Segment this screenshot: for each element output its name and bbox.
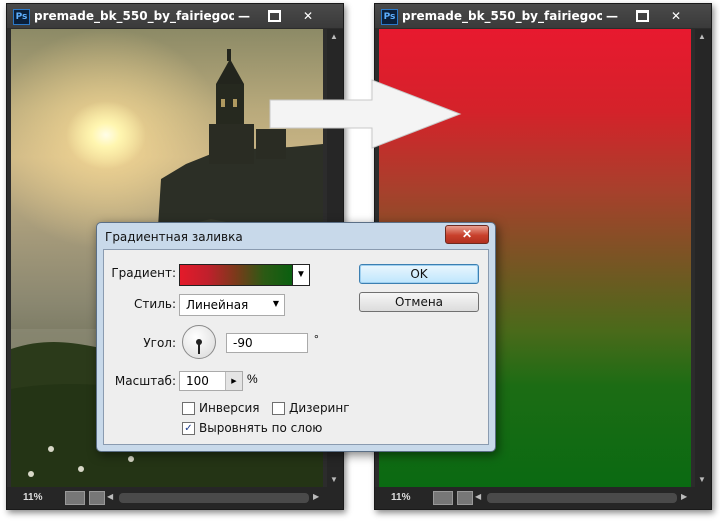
document-info-icon[interactable] (433, 491, 453, 505)
angle-input[interactable]: -90 (226, 333, 308, 353)
horizontal-scrollbar[interactable] (487, 493, 677, 503)
gradient-fill-dialog[interactable]: Градиентная заливка ✕ Градиент: ▼ Стиль:… (96, 222, 496, 452)
scroll-right-arrow-icon[interactable]: ▶ (681, 492, 687, 501)
export-icon[interactable] (89, 491, 105, 505)
close-button[interactable]: ✕ (665, 8, 687, 24)
export-icon[interactable] (457, 491, 473, 505)
cancel-button[interactable]: Отмена (359, 292, 479, 312)
status-bar: 11% ◀ ▶ (7, 487, 343, 509)
minimize-button[interactable]: — (601, 8, 623, 24)
angle-value: -90 (233, 336, 253, 350)
dialog-close-button[interactable]: ✕ (445, 225, 489, 244)
style-value: Линейная (186, 298, 249, 312)
document-info-icon[interactable] (65, 491, 85, 505)
scroll-down-arrow-icon[interactable]: ▼ (330, 475, 338, 484)
reverse-label: Инверсия (199, 401, 260, 415)
gradient-dropdown-button[interactable]: ▼ (292, 264, 310, 286)
status-bar: 11% ◀ ▶ (375, 487, 711, 509)
window-title: premade_bk_550_by_fairiegoodmot... (34, 9, 234, 23)
align-with-layer-checkbox[interactable]: ✓ (182, 422, 195, 435)
photoshop-icon: Ps (381, 9, 398, 25)
scroll-up-arrow-icon[interactable]: ▲ (330, 32, 338, 41)
close-button[interactable]: ✕ (297, 8, 319, 24)
photoshop-icon: Ps (13, 9, 30, 25)
window-title: premade_bk_550_by_fairiegoodmot... (402, 9, 602, 23)
dialog-title: Градиентная заливка (105, 230, 243, 244)
angle-dial[interactable] (182, 325, 216, 359)
checkmark-icon: ✓ (184, 423, 193, 434)
angle-center-dot (196, 339, 202, 345)
window-titlebar[interactable]: Ps premade_bk_550_by_fairiegoodmot... — … (375, 4, 711, 28)
scroll-left-arrow-icon[interactable]: ◀ (475, 492, 481, 501)
maximize-button[interactable] (631, 8, 653, 24)
reverse-checkbox[interactable] (182, 402, 195, 415)
scroll-left-arrow-icon[interactable]: ◀ (107, 492, 113, 501)
style-label: Стиль: (134, 297, 176, 311)
maximize-icon (635, 9, 649, 22)
style-select[interactable]: Линейная ▼ (179, 294, 285, 316)
dialog-body: Градиент: ▼ Стиль: Линейная ▼ Угол: -90 … (103, 249, 489, 445)
scroll-up-arrow-icon[interactable]: ▲ (698, 32, 706, 41)
zoom-level[interactable]: 11% (391, 492, 410, 503)
scale-input[interactable]: 100 ▶ (179, 371, 243, 391)
dither-checkbox[interactable] (272, 402, 285, 415)
chevron-down-icon: ▼ (296, 269, 306, 280)
zoom-level[interactable]: 11% (23, 492, 42, 503)
minimize-button[interactable]: — (233, 8, 255, 24)
chevron-down-icon: ▼ (272, 299, 279, 308)
percent-unit: % (247, 372, 258, 386)
ok-button[interactable]: OK (359, 264, 479, 284)
window-titlebar[interactable]: Ps premade_bk_550_by_fairiegoodmot... — … (7, 4, 343, 28)
scale-label: Масштаб: (114, 374, 176, 388)
transition-arrow-icon (269, 79, 462, 149)
maximize-icon (267, 9, 281, 22)
maximize-button[interactable] (263, 8, 285, 24)
horizontal-scrollbar[interactable] (119, 493, 309, 503)
scale-value: 100 (186, 374, 209, 388)
vertical-scrollbar[interactable]: ▲ ▼ (695, 29, 711, 487)
align-with-layer-label: Выровнять по слою (199, 421, 323, 435)
gradient-swatch[interactable] (179, 264, 293, 286)
scale-slider-toggle-icon[interactable]: ▶ (225, 372, 242, 390)
degree-symbol: ° (314, 332, 319, 346)
scroll-down-arrow-icon[interactable]: ▼ (698, 475, 706, 484)
angle-label: Угол: (143, 336, 176, 350)
dither-label: Дизеринг (289, 401, 350, 415)
gradient-label: Градиент: (111, 266, 176, 280)
scroll-right-arrow-icon[interactable]: ▶ (313, 492, 319, 501)
